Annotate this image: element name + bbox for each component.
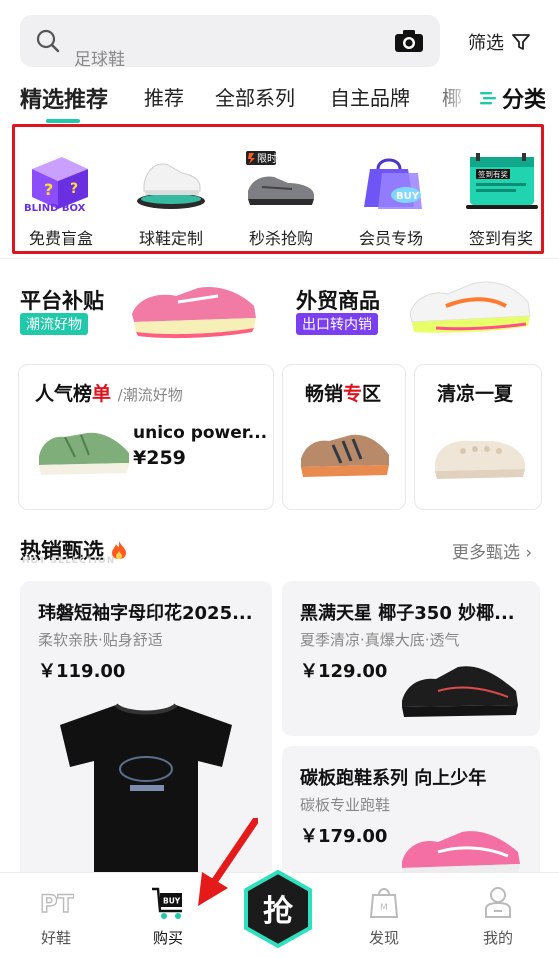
clog-image (435, 440, 525, 479)
quick-entry-custom[interactable]: 球鞋定制 (123, 135, 219, 248)
tab-all-series[interactable]: 全部系列 (215, 82, 295, 111)
quick-entry-checkin[interactable]: 签到有奖 签到有奖 (453, 135, 549, 248)
search-bar[interactable]: 足球鞋 (20, 15, 440, 70)
tab-own-brands[interactable]: 自主品牌 (330, 82, 410, 111)
svg-text:M: M (380, 903, 388, 913)
ranking-title: 人气榜单 /潮流好物 (35, 383, 183, 405)
quick-entry-label: 秒杀抢购 (248, 229, 313, 248)
nav-good-shoes[interactable]: PT 好鞋 (16, 885, 96, 948)
buy-cart-icon: BUY (152, 887, 182, 919)
nav-discover[interactable]: M 发现 (344, 885, 424, 948)
nav-profile[interactable]: 我的 (458, 885, 538, 948)
ranking-product-price: ¥259 (133, 447, 186, 469)
top-bar: 足球鞋 筛选 (0, 0, 559, 76)
quick-entry-row: ? ? BLIND BOX 免费盲盒 球鞋定制 限时 秒杀抢购 BUY 会员专场… (12, 124, 544, 254)
ranking-product-name: unico power... (133, 423, 268, 443)
category-button[interactable]: 分类 (476, 82, 547, 114)
quick-entry-member[interactable]: BUY 会员专场 (343, 135, 439, 248)
promo-tag: 出口转内销 (296, 313, 378, 335)
quick-entry-label: 免费盲盒 (28, 229, 93, 248)
quick-entry-label: 签到有奖 (468, 229, 533, 248)
discover-bag-icon: M (369, 888, 399, 918)
blind-box-icon: ? ? BLIND BOX (24, 157, 88, 214)
nav-label: 我的 (482, 929, 513, 947)
quick-entry-label: 会员专场 (358, 229, 423, 248)
product-name: 黑满天星 椰子350 妙椰... (300, 603, 515, 624)
checkin-badge: 签到有奖 (478, 169, 508, 179)
white-running-shoe-image (409, 281, 531, 333)
svg-text:?: ? (44, 180, 53, 199)
member-badge: BUY (396, 191, 420, 202)
promo-tag: 潮流好物 (20, 313, 88, 335)
tab-recommend[interactable]: 推荐 (144, 82, 184, 111)
ranking-subtitle: /潮流好物 (117, 386, 183, 404)
product-name: 碳板跑鞋系列 向上少年 (300, 768, 487, 789)
bestseller-title: 畅销专区 (305, 383, 382, 405)
active-tab-indicator (46, 119, 80, 123)
brown-sneaker-image (301, 434, 389, 477)
svg-text:PT: PT (40, 890, 74, 918)
custom-sneaker-icon (137, 163, 205, 209)
filter-icon (512, 34, 530, 50)
search-placeholder: 足球鞋 (74, 50, 125, 70)
member-bag-icon: BUY (364, 158, 422, 209)
section-divider (0, 258, 559, 259)
more-selection-link[interactable]: 更多甄选 › (452, 538, 532, 563)
list-icon (480, 92, 496, 105)
svg-text:?: ? (70, 181, 78, 197)
green-sneaker-image (39, 432, 129, 475)
category-tabs: 精选推荐 推荐 全部系列 自主品牌 椰 分类 (0, 76, 559, 124)
quick-entry-label: 球鞋定制 (138, 229, 203, 248)
nav-label: 购买 (152, 929, 183, 947)
tabs-fade (430, 76, 470, 124)
card-summer-cool[interactable]: 清凉一夏 (414, 364, 542, 510)
cool-title: 清凉一夏 (437, 383, 514, 405)
product-desc: 碳板专业跑鞋 (300, 796, 391, 814)
profile-icon (485, 887, 511, 918)
red-arrow-annotation (198, 818, 258, 906)
category-label: 分类 (502, 88, 547, 113)
card-popular-ranking[interactable]: 人气榜单 /潮流好物 unico power... ¥259 (18, 364, 274, 510)
quick-entry-flash-sale[interactable]: 限时 秒杀抢购 (233, 135, 329, 248)
black-yeezy-image (402, 666, 518, 717)
product-price: ￥119.00 (38, 661, 126, 682)
card-bestseller-zone[interactable]: 畅销专区 (282, 364, 406, 510)
promo-title: 平台补贴 (20, 289, 104, 313)
product-card-carbon-runner[interactable]: 碳板跑鞋系列 向上少年 碳板专业跑鞋 ￥179.00 (282, 746, 540, 881)
grab-label: 抢 (263, 894, 294, 929)
blind-box-badge: BLIND BOX (24, 203, 86, 213)
checkin-calendar-icon: 签到有奖 (466, 153, 538, 209)
filter-label: 筛选 (468, 33, 504, 54)
buy-badge: BUY (163, 897, 181, 906)
quick-entry-blind-box[interactable]: ? ? BLIND BOX 免费盲盒 (13, 135, 109, 248)
pink-running-shoe-image (132, 286, 256, 339)
product-desc: 柔软亲肤·贴身舒适 (38, 631, 163, 649)
product-desc: 夏季清凉·真爆大底·透气 (300, 631, 460, 649)
product-name: 玮磐短袖字母印花2025... (38, 603, 253, 624)
flash-sale-badge: 限时 (257, 153, 277, 165)
filter-button[interactable]: 筛选 (468, 29, 530, 55)
product-price: ￥179.00 (300, 826, 388, 847)
nav-label: 发现 (368, 929, 399, 947)
camera-icon[interactable] (394, 29, 424, 53)
search-icon (36, 29, 60, 53)
tab-featured[interactable]: 精选推荐 (20, 82, 108, 114)
flash-sale-icon: 限时 (246, 151, 314, 205)
hot-section-subtitle: HOT SELECTION (22, 556, 116, 566)
product-price: ￥129.00 (300, 661, 388, 682)
nav-label: 好鞋 (40, 929, 71, 947)
promo-title: 外贸商品 (296, 289, 380, 313)
pt-icon: PT (39, 889, 75, 918)
product-card-yeezy[interactable]: 黑满天星 椰子350 妙椰... 夏季清凉·真爆大底·透气 ￥129.00 (282, 581, 540, 736)
